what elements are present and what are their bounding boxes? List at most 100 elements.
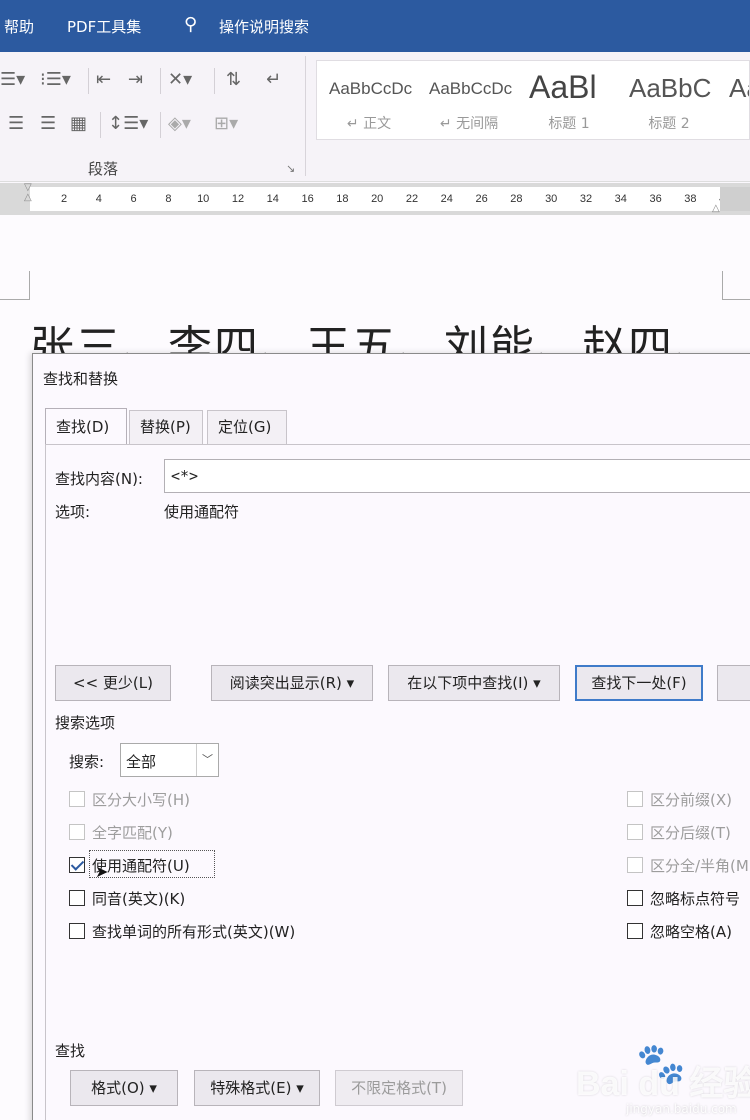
find-next-button[interactable]: 查找下一处(F) (575, 665, 703, 701)
lightbulb-icon: ⚲ (184, 14, 198, 35)
ribbon: ☰▾ ⁝☰▾ ⇤ ⇥ ✕▾ ⇅ ↵ ☰ ☰ ▦ ↕☰▾ ◈▾ ⊞▾ 段落 ↘ A… (0, 52, 750, 182)
options-label: 选项: (55, 503, 91, 521)
increase-indent-icon[interactable]: ⇥ (128, 70, 143, 90)
chevron-down-icon: ﹀ (196, 744, 218, 776)
right-indent-marker-icon[interactable]: △ (712, 203, 720, 214)
ruler-tick: 28 (510, 193, 523, 205)
horizontal-ruler[interactable]: 246810121416182022242628303234363840 ▽△ … (0, 183, 750, 215)
menu-help[interactable]: 帮助 (4, 18, 34, 36)
justify-icon[interactable]: ☰ (40, 114, 56, 134)
all-word-forms-label: 查找单词的所有形式(英文)(W) (92, 923, 296, 941)
match-case-label: 区分大小写(H) (92, 791, 190, 809)
tab-find[interactable]: 查找(D) (45, 408, 127, 444)
ruler-tick: 22 (405, 193, 419, 205)
wildcards-checkbox[interactable] (69, 857, 85, 873)
ribbon-separator (100, 112, 101, 138)
dialog-launcher-icon[interactable]: ↘ (286, 162, 295, 175)
ruler-tick: 16 (301, 193, 314, 205)
ignore-punctuation-label: 忽略标点符号 (650, 890, 741, 908)
ruler-tick: 18 (336, 193, 349, 205)
ruler-tick: 24 (440, 193, 453, 205)
ruler-tick: 14 (266, 193, 279, 205)
match-suffix-label: 区分后缀(T) (650, 824, 731, 842)
match-width-label: 区分全/半角(M) (650, 857, 750, 875)
format-button[interactable]: 格式(O) ▾ (70, 1070, 178, 1106)
sounds-like-label: 同音(英文)(K) (92, 890, 186, 908)
ruler-tick: 30 (545, 193, 558, 205)
match-prefix-label: 区分前缀(X) (650, 791, 732, 809)
ruler-text-area: 246810121416182022242628303234363840 (30, 187, 731, 211)
tab-goto[interactable]: 定位(G) (207, 410, 287, 444)
ignore-space-checkbox[interactable] (627, 923, 643, 939)
ruler-tick: 34 (614, 193, 627, 205)
indent-marker-icon[interactable]: ▽ △ (24, 183, 36, 203)
ignore-punctuation-checkbox[interactable] (627, 890, 643, 906)
tell-me-search[interactable]: 操作说明搜索 (219, 18, 309, 36)
style-heading-2[interactable]: AaBbC 标题 2 (621, 61, 717, 139)
watermark-text: Bai du 经验 (576, 1065, 750, 1103)
ribbon-separator (88, 68, 89, 94)
page-corner-mark (722, 271, 750, 300)
page-corner-mark (0, 271, 30, 300)
styles-gallery: AaBbCcDc ↵ 正文 AaBbCcDc ↵ 无间隔 AaBl 标题 1 A… (316, 60, 750, 140)
show-marks-icon[interactable]: ↵ (266, 70, 281, 90)
asian-layout-icon[interactable]: ✕▾ (168, 70, 192, 90)
match-prefix-checkbox[interactable] (627, 791, 643, 807)
no-formatting-button[interactable]: 不限定格式(T) (335, 1070, 463, 1106)
style-heading-1[interactable]: AaBl 标题 1 (521, 61, 617, 139)
borders-icon[interactable]: ⊞▾ (214, 114, 238, 134)
baidu-watermark: 🐾 Bai du 经验 jingyan.baidu.com (576, 1040, 750, 1120)
bullets-icon[interactable]: ☰▾ (0, 70, 25, 90)
sounds-like-checkbox[interactable] (69, 890, 85, 906)
ignore-space-label: 忽略空格(A) (650, 923, 732, 941)
ruler-tick: 6 (130, 193, 137, 205)
decrease-indent-icon[interactable]: ⇤ (96, 70, 111, 90)
style-normal[interactable]: AaBbCcDc ↵ 正文 (321, 61, 417, 139)
paragraph-group-label: 段落 (88, 160, 119, 178)
menu-pdf-tools[interactable]: PDF工具集 (67, 18, 141, 36)
all-word-forms-checkbox[interactable] (69, 923, 85, 939)
find-section-label: 查找 (55, 1042, 86, 1060)
special-button[interactable]: 特殊格式(E) ▾ (194, 1070, 320, 1106)
find-what-input[interactable]: <*> (164, 459, 750, 493)
ruler-tick: 32 (579, 193, 593, 205)
distributed-icon[interactable]: ▦ (70, 114, 87, 134)
match-suffix-checkbox[interactable] (627, 824, 643, 840)
ribbon-separator (160, 112, 161, 138)
tab-replace[interactable]: 替换(P) (129, 410, 203, 444)
dialog-title: 查找和替换 (43, 370, 119, 388)
search-direction-value: 全部 (126, 753, 157, 771)
ruler-tick: 10 (197, 193, 210, 205)
ruler-tick: 2 (60, 193, 68, 205)
watermark-url: jingyan.baidu.com (626, 1102, 737, 1116)
style-no-spacing[interactable]: AaBbCcDc ↵ 无间隔 (421, 61, 517, 139)
find-replace-dialog: 查找和替换 查找(D) 替换(P) 定位(G) 查找内容(N): <*> 选项:… (32, 353, 750, 1120)
ruler-tick: 4 (95, 193, 102, 205)
less-button[interactable]: << 更少(L) (55, 665, 171, 701)
title-bar: 帮助 PDF工具集 ⚲ 操作说明搜索 (0, 0, 750, 52)
search-direction-label: 搜索: (69, 753, 105, 771)
ruler-tick: 20 (371, 193, 384, 205)
sort-icon[interactable]: ⇅ (226, 70, 241, 90)
line-spacing-icon[interactable]: ↕☰▾ (108, 114, 148, 134)
search-direction-select[interactable]: 全部 ﹀ (120, 743, 219, 777)
search-options-label: 搜索选项 (55, 714, 116, 732)
align-right-icon[interactable]: ☰ (8, 114, 24, 134)
match-case-checkbox[interactable] (69, 791, 85, 807)
ruler-tick: 36 (649, 193, 662, 205)
find-in-button[interactable]: 在以下项中查找(I) ▾ (388, 665, 560, 701)
options-value: 使用通配符 (164, 503, 240, 521)
ribbon-separator (214, 68, 215, 94)
mouse-pointer-icon: ➤ (95, 862, 109, 881)
shading-icon[interactable]: ◈▾ (168, 114, 191, 134)
match-width-checkbox[interactable] (627, 857, 643, 873)
whole-word-checkbox[interactable] (69, 824, 85, 840)
tab-panel (45, 444, 750, 1120)
whole-word-label: 全字匹配(Y) (92, 824, 173, 842)
reading-highlight-button[interactable]: 阅读突出显示(R) ▾ (211, 665, 373, 701)
numbering-icon[interactable]: ⁝☰▾ (40, 70, 71, 90)
cancel-button[interactable] (717, 665, 750, 701)
ribbon-group-divider (305, 56, 306, 176)
ruler-tick: 38 (684, 193, 697, 205)
style-title[interactable]: Aa (721, 61, 749, 139)
